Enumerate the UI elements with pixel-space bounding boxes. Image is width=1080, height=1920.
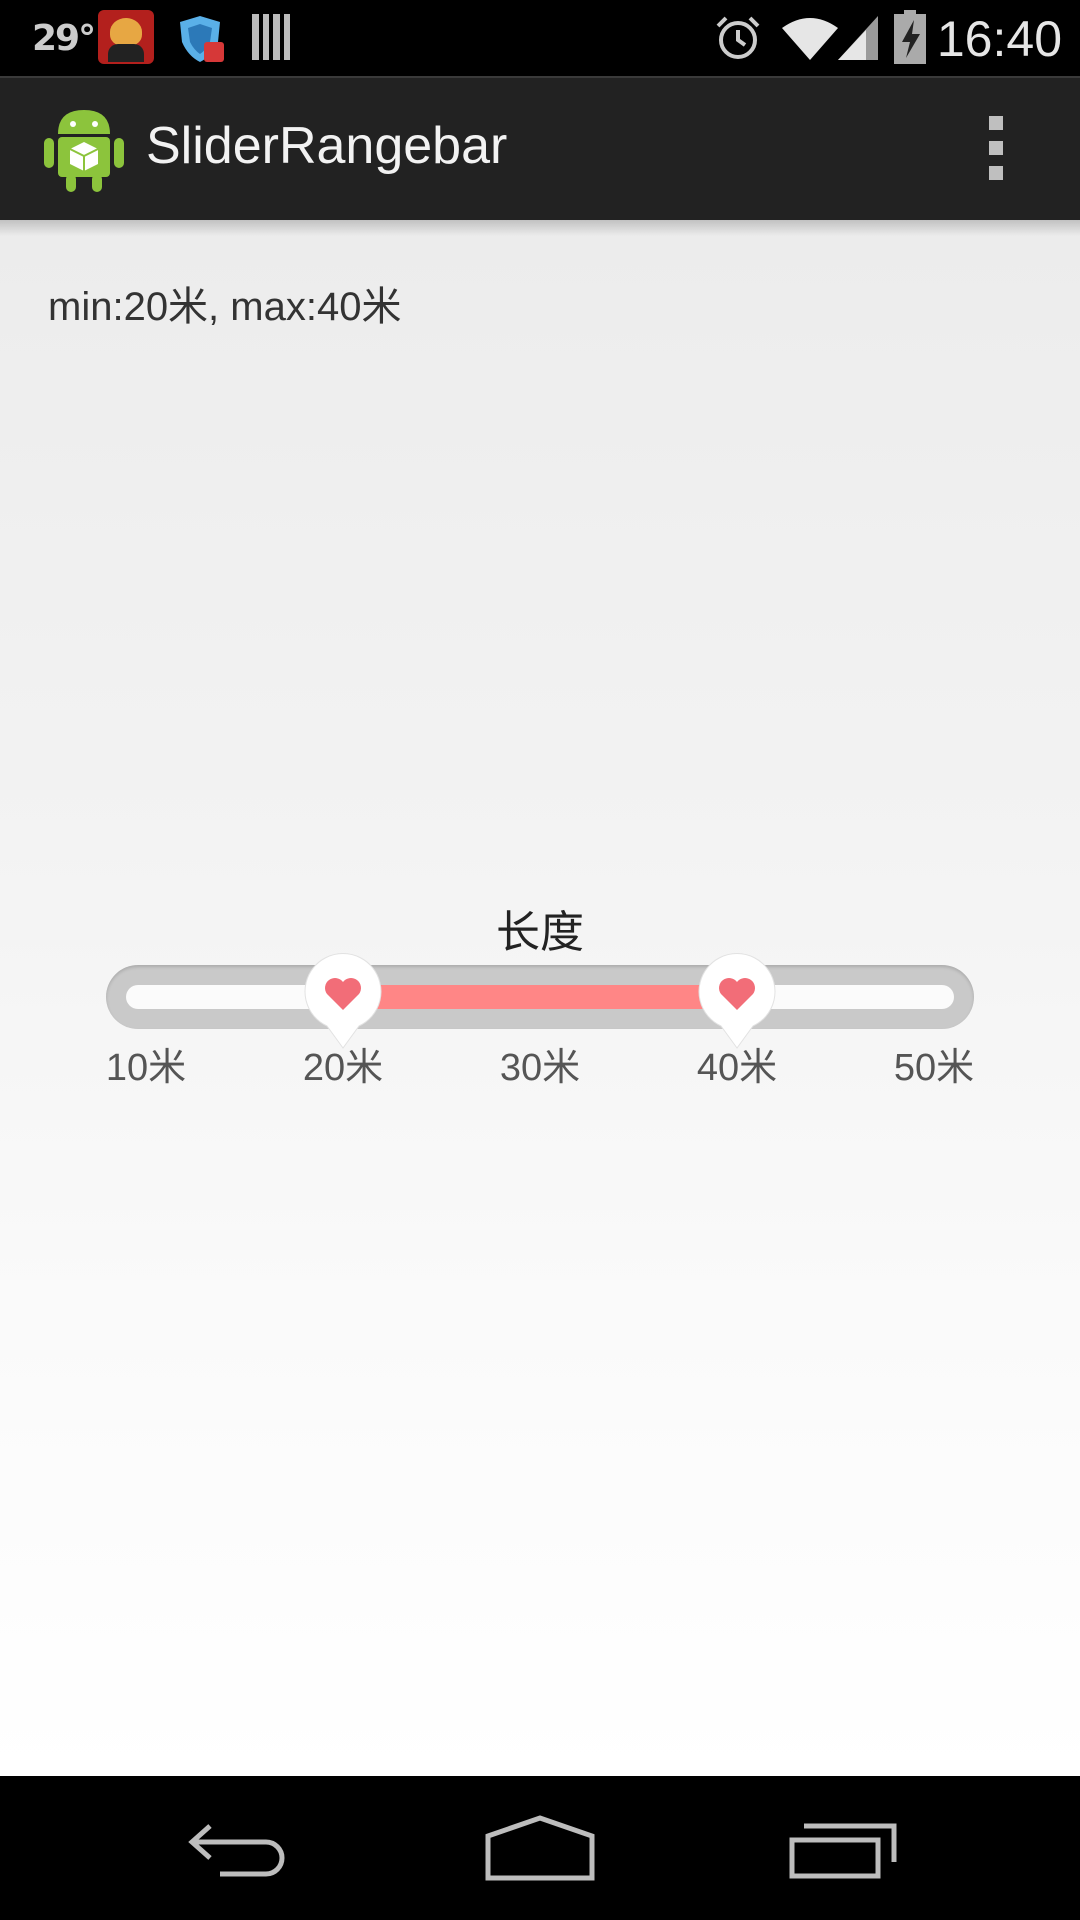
signal-icon [838, 16, 878, 60]
action-bar: SliderRangebar [0, 76, 1080, 220]
main-content: min:20米, max:40米 长度 10米 20米 30米 40米 50米 [0, 220, 1080, 1776]
overflow-menu-icon[interactable] [984, 116, 1008, 180]
app-title: SliderRangebar [146, 117, 508, 175]
tick-label: 10米 [105, 1047, 187, 1089]
slider-selected-range [343, 985, 737, 1009]
slider-title: 长度 [496, 907, 584, 958]
barcode-icon [252, 14, 290, 60]
android-icon [44, 110, 124, 192]
navigation-bar [0, 1776, 1080, 1920]
range-status-text: min:20米, max:40米 [48, 285, 402, 329]
battery-charging-icon [894, 10, 926, 64]
tick-label: 50米 [893, 1047, 975, 1089]
back-icon[interactable] [180, 1812, 300, 1884]
temperature-text: 29° [32, 18, 96, 59]
recents-icon[interactable] [780, 1812, 900, 1884]
alarm-icon [716, 16, 760, 59]
shield-app-icon [180, 16, 224, 62]
clock-time: 16:40 [936, 11, 1062, 67]
tick-label: 20米 [302, 1047, 384, 1089]
home-icon[interactable] [480, 1812, 600, 1884]
bull-app-icon [98, 10, 154, 64]
tick-label: 40米 [696, 1047, 778, 1089]
wifi-icon [782, 18, 838, 60]
status-bar: 29° 16:40 [0, 0, 1080, 76]
tick-label: 30米 [499, 1047, 581, 1089]
